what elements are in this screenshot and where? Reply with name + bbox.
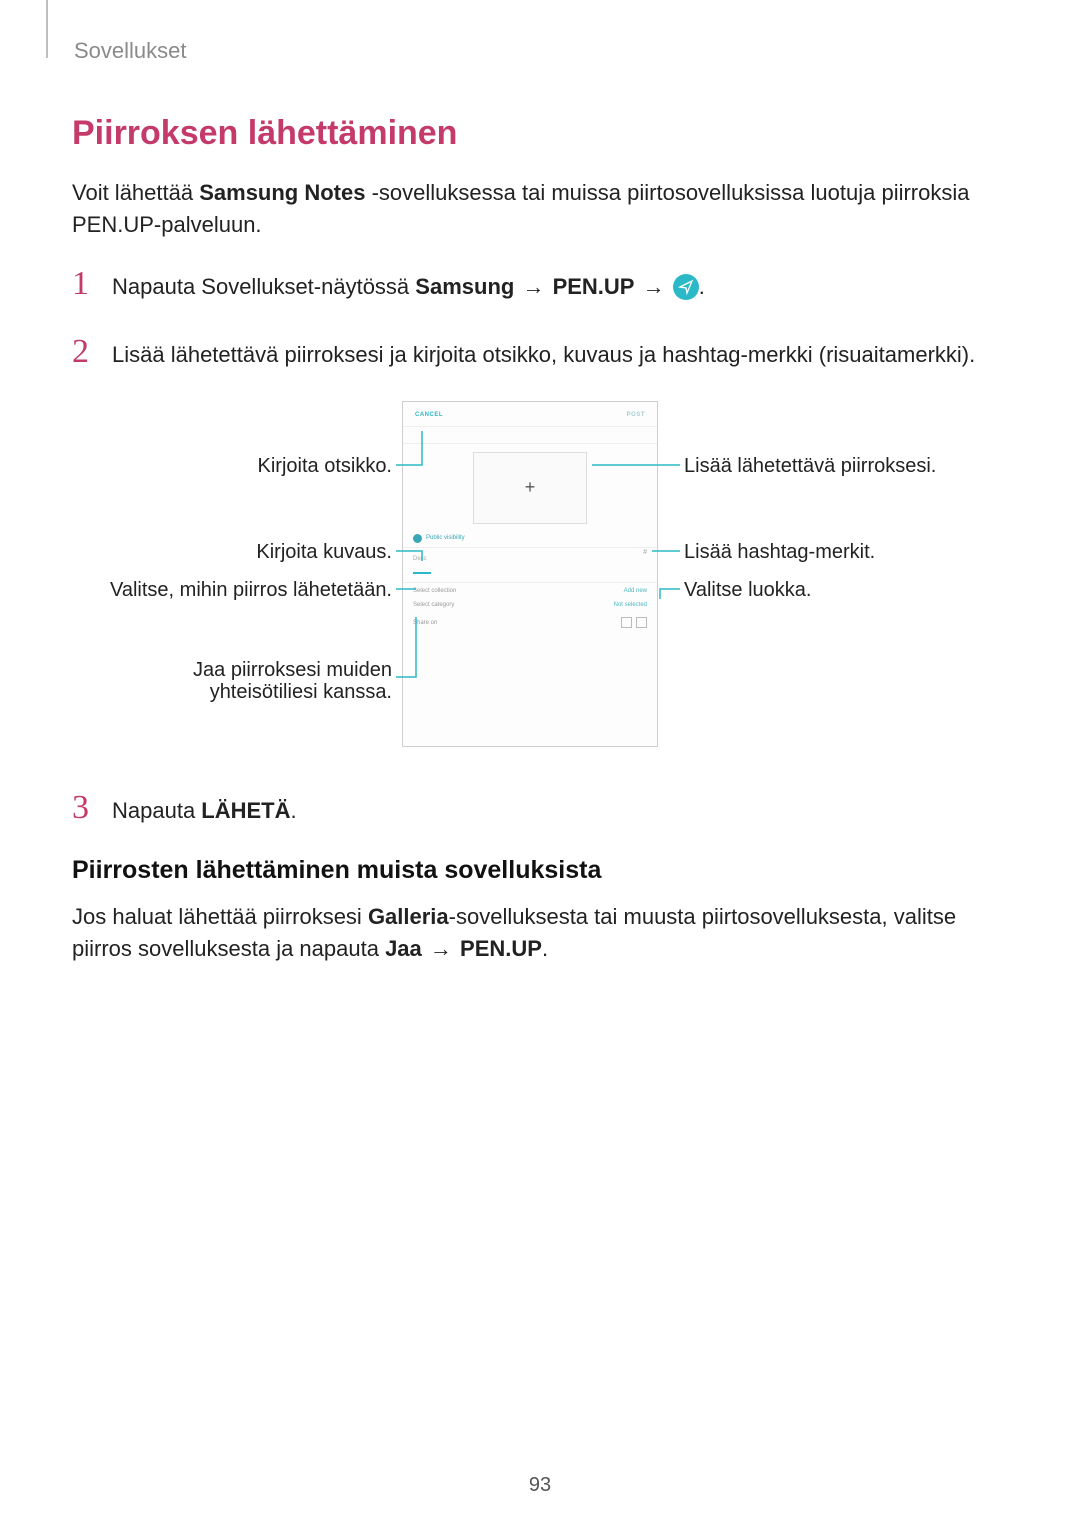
step-text: Lisää lähetettävä piirroksesi ja kirjoit… (112, 333, 975, 371)
connector-lines (72, 401, 992, 761)
section-name: Sovellukset (74, 38, 1008, 64)
step-2: 2 Lisää lähetettävä piirroksesi ja kirjo… (72, 333, 1008, 371)
intro-bold: Samsung Notes (199, 180, 365, 205)
arrow-icon: → (634, 274, 672, 299)
sub-b3: PEN.UP (460, 936, 542, 961)
s1-b2: PEN.UP (553, 274, 635, 299)
subheading: Piirrosten lähettäminen muista sovelluks… (72, 856, 1008, 885)
intro-paragraph: Voit lähettää Samsung Notes -sovellukses… (72, 177, 1008, 241)
arrow-icon: → (422, 936, 460, 961)
sub-post: . (542, 936, 548, 961)
s3-post: . (291, 798, 297, 823)
sub-b1: Galleria (368, 904, 449, 929)
s3-pre: Napauta (112, 798, 201, 823)
sub-paragraph: Jos haluat lähettää piirroksesi Galleria… (72, 901, 1008, 965)
penup-send-icon (673, 274, 699, 300)
step-text: Napauta LÄHETÄ. (112, 789, 297, 827)
intro-pre: Voit lähettää (72, 180, 199, 205)
page-number: 93 (0, 1474, 1080, 1497)
arrow-icon: → (514, 274, 552, 299)
s1-b1: Samsung (415, 274, 514, 299)
step-number: 1 (72, 265, 112, 302)
step-text: Napauta Sovellukset-näytössä Samsung → P… (112, 265, 705, 303)
step-number: 2 (72, 333, 112, 370)
sub-pre: Jos haluat lähettää piirroksesi (72, 904, 368, 929)
figure: CANCEL POST + Public visibility Desc # S… (72, 401, 992, 761)
steps-list: 1 Napauta Sovellukset-näytössä Samsung →… (72, 265, 1008, 371)
s1-dot: . (699, 274, 705, 299)
step-1: 1 Napauta Sovellukset-näytössä Samsung →… (72, 265, 1008, 303)
step-3: 3 Napauta LÄHETÄ. (72, 789, 1008, 827)
steps-list-cont: 3 Napauta LÄHETÄ. (72, 789, 1008, 827)
page-title: Piirroksen lähettäminen (72, 114, 1008, 153)
s3-bold: LÄHETÄ (201, 798, 290, 823)
step-number: 3 (72, 789, 112, 826)
header-rule (46, 0, 48, 58)
sub-b2: Jaa (385, 936, 422, 961)
s1-pre: Napauta Sovellukset-näytössä (112, 274, 415, 299)
page: Sovellukset Piirroksen lähettäminen Voit… (0, 0, 1080, 1527)
